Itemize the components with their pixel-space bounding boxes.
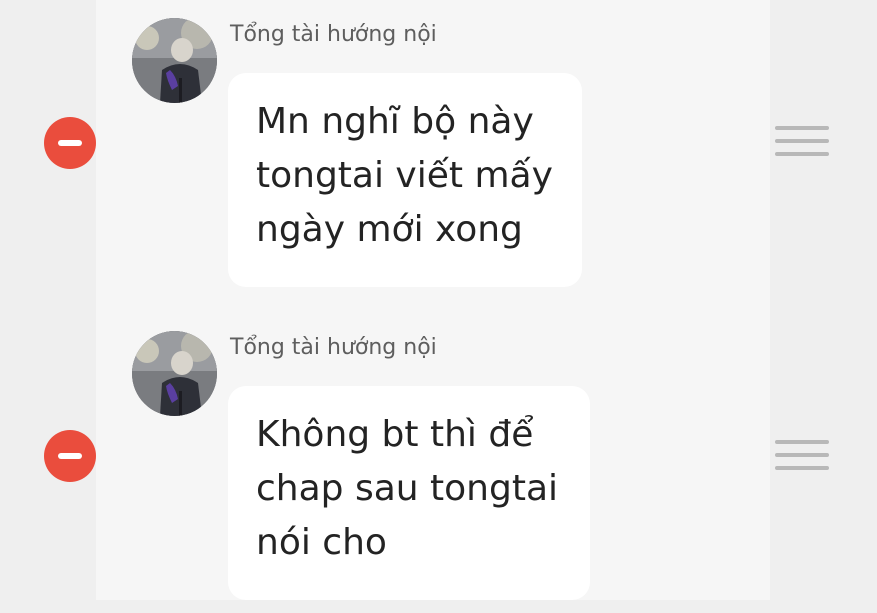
message-line: Không bt thì để <box>256 414 534 455</box>
message-line: ngày mới xong <box>256 209 523 250</box>
message-bubble[interactable]: Không bt thì để chap sau tongtai nói cho <box>228 386 590 600</box>
avatar <box>132 331 217 416</box>
sender-name: Tổng tài hướng nội <box>230 22 437 47</box>
avatar-image <box>132 331 217 416</box>
message-bubble[interactable]: Mn nghĩ bộ này tongtai viết mấy ngày mới… <box>228 73 582 287</box>
message-line: Mn nghĩ bộ này <box>256 101 534 142</box>
drag-handle-icon[interactable] <box>775 126 829 156</box>
avatar-image <box>132 18 217 103</box>
message-line: chap sau tongtai <box>256 468 559 509</box>
message-item: Tổng tài hướng nội Mn nghĩ bộ này tongta… <box>0 0 877 300</box>
minus-icon <box>58 140 82 146</box>
message-line: tongtai viết mấy <box>256 155 553 196</box>
sender-name: Tổng tài hướng nội <box>230 335 437 360</box>
avatar <box>132 18 217 103</box>
message-item: Tổng tài hướng nội Không bt thì để chap … <box>0 313 877 613</box>
minus-icon <box>58 453 82 459</box>
message-line: nói cho <box>256 522 387 563</box>
delete-message-button[interactable] <box>44 117 96 169</box>
drag-handle-icon[interactable] <box>775 440 829 470</box>
delete-message-button[interactable] <box>44 430 96 482</box>
